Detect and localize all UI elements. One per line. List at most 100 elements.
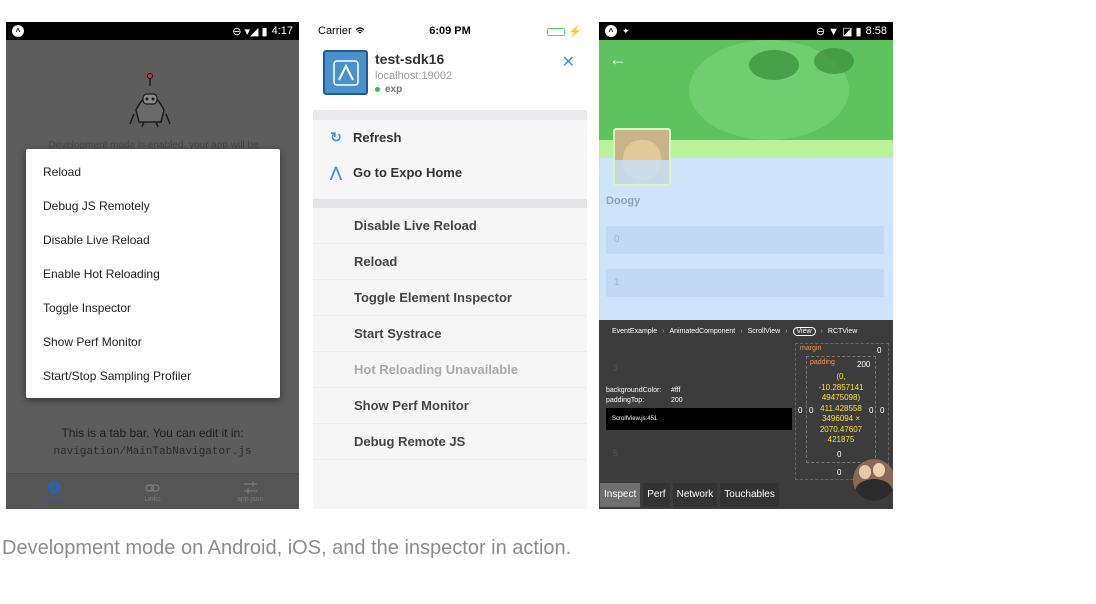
background-number: 5	[613, 448, 619, 458]
tab-inspect[interactable]: Inspect	[600, 483, 641, 507]
status-bar: ^ ⊖ ▾◢ ▮ 4:17	[6, 22, 299, 40]
tab-label: app.json	[236, 496, 264, 503]
link-icon	[145, 484, 160, 491]
chevron-right-icon: ›	[820, 328, 823, 335]
release-channel: exp	[375, 84, 402, 95]
tab-app-json[interactable]: app.json	[201, 474, 299, 509]
margin-label: margin	[800, 345, 822, 352]
expo-logo-icon	[332, 59, 359, 86]
sliders-icon	[243, 481, 257, 494]
chevron-right-icon: ›	[740, 328, 743, 335]
reload-button[interactable]: Reload	[313, 244, 587, 280]
back-arrow-icon[interactable]: ←	[609, 49, 627, 70]
tab-label: Home	[45, 496, 65, 503]
margin-right-value: 0	[880, 406, 885, 415]
refresh-label: Refresh	[353, 130, 402, 145]
tab-bar-path: navigation/MainTabNavigator.js	[53, 446, 252, 458]
wifi-icon	[355, 27, 365, 34]
refresh-button[interactable]: ↻ Refresh	[313, 120, 587, 155]
disable-live-reload-button[interactable]: Disable Live Reload	[313, 208, 587, 244]
refresh-icon: ↻	[330, 129, 342, 145]
tab-bar-hint: This is a tab bar. You can edit it in:	[61, 426, 244, 440]
tab-network[interactable]: Network	[672, 483, 718, 507]
menu-item-toggle-inspector[interactable]: Toggle Inspector	[26, 291, 280, 325]
status-time: 8:58	[865, 25, 887, 37]
android-dev-menu-screenshot: ^ ⊖ ▾◢ ▮ 4:17 Development mode is enable…	[6, 22, 299, 509]
release-channel-label: exp	[385, 84, 403, 95]
menu-item-debug-js-remotely[interactable]: Debug JS Remotely	[26, 189, 280, 223]
primary-actions: ↻ Refresh ⋀ Go to Expo Home	[313, 120, 587, 199]
status-bar: ^ ✦ ⊖ ▼ ◪ ▮ 8:58	[599, 22, 893, 40]
padding-left-value: 0	[809, 406, 814, 415]
status-icons: ⊖ ▾◢ ▮	[232, 25, 268, 38]
battery-icon: ⚡	[547, 25, 582, 38]
go-to-expo-home-label: Go to Expo Home	[353, 165, 463, 180]
close-icon[interactable]: ✕	[562, 52, 575, 72]
info-icon: i	[48, 481, 62, 494]
menu-item-reload[interactable]: Reload	[26, 155, 280, 189]
inspector-panel: EventExample › AnimatedComponent › ScrollV…	[599, 320, 893, 509]
breadcrumb-item-selected[interactable]: View	[792, 327, 816, 336]
list-item[interactable]: 0	[606, 226, 884, 254]
menu-item-sampling-profiler[interactable]: Start/Stop Sampling Profiler	[26, 359, 280, 393]
app-host: localhost:19002	[375, 70, 453, 82]
inspector-tabs: Inspect Perf Network Touchables	[599, 483, 779, 507]
tab-home[interactable]: i Home	[6, 474, 104, 509]
menu-item-show-perf-monitor[interactable]: Show Perf Monitor	[26, 325, 280, 359]
carrier-text: Carrier	[318, 25, 352, 37]
divider	[313, 199, 587, 208]
padding-bottom-value: 0	[837, 450, 842, 459]
ios-dev-menu-screenshot: Carrier 6:09 PM ⚡ test-sdk16 localhost:1…	[313, 22, 587, 509]
content-size: (0, -10.2857141 49475098) 411.428558 349…	[818, 372, 864, 444]
style-list: backgroundColor: #fff paddingTop: 200	[606, 386, 683, 406]
style-key: backgroundColor:	[606, 387, 662, 394]
expo-icon: ⋀	[330, 164, 342, 180]
menu-item-enable-hot-reloading[interactable]: Enable Hot Reloading	[26, 257, 280, 291]
tab-perf[interactable]: Perf	[643, 483, 670, 507]
cover-photo	[599, 40, 893, 140]
avatar	[613, 128, 671, 186]
status-icons: ⊖ ▼ ◪ ▮	[815, 25, 862, 38]
expo-notification-icon: ^	[605, 25, 617, 37]
chevron-right-icon: ›	[785, 328, 788, 335]
tab-links[interactable]: Links	[104, 474, 202, 509]
show-perf-monitor-button[interactable]: Show Perf Monitor	[313, 388, 587, 424]
source-file-link[interactable]: ScrollView.js:451	[606, 408, 792, 430]
tab-label: Links	[144, 496, 161, 503]
expo-notification-icon: ^	[12, 25, 24, 37]
padding-top-value: 200	[857, 360, 871, 369]
debug-remote-js-button[interactable]: Debug Remote JS	[313, 424, 587, 460]
inspector-screenshot: ^ ✦ ⊖ ▼ ◪ ▮ 8:58 ← Doogy 0 1 EventExampl…	[599, 22, 893, 509]
dev-menu-dialog: Reload Debug JS Remotely Disable Live Re…	[26, 149, 280, 398]
menu-item-disable-live-reload[interactable]: Disable Live Reload	[26, 223, 280, 257]
figure-caption: Development mode on Android, iOS, and th…	[2, 537, 572, 559]
margin-bottom-value: 0	[837, 468, 842, 477]
hot-reloading-unavailable-item: Hot Reloading Unavailable	[313, 352, 587, 388]
tab-touchables[interactable]: Touchables	[720, 483, 779, 507]
breadcrumb-item[interactable]: ScrollView	[748, 328, 781, 335]
status-dot-icon	[375, 87, 380, 92]
carrier-label: Carrier	[318, 25, 365, 37]
toggle-element-inspector-button[interactable]: Toggle Element Inspector	[313, 280, 587, 316]
expo-app-icon	[323, 50, 368, 95]
people-photo	[853, 459, 893, 501]
divider	[313, 110, 587, 120]
hierarchy-breadcrumb: EventExample › AnimatedComponent › ScrollV…	[612, 327, 857, 336]
list-item[interactable]: 1	[606, 269, 884, 297]
dev-actions: Disable Live Reload Reload Toggle Elemen…	[313, 208, 587, 509]
padding-right-value: 0	[869, 406, 874, 415]
breadcrumb-item[interactable]: RCTView	[828, 328, 857, 335]
status-bar: Carrier 6:09 PM ⚡	[313, 22, 587, 40]
profile-name: Doogy	[606, 195, 641, 207]
go-to-expo-home-button[interactable]: ⋀ Go to Expo Home	[313, 155, 587, 190]
breadcrumb-item[interactable]: EventExample	[612, 328, 657, 335]
app-header: test-sdk16 localhost:19002 exp ✕	[313, 40, 587, 110]
margin-left-value: 0	[798, 406, 803, 415]
start-systrace-button[interactable]: Start Systrace	[313, 316, 587, 352]
style-value: 200	[671, 397, 683, 404]
breadcrumb-item[interactable]: AnimatedComponent	[669, 328, 735, 335]
android-icon: ✦	[622, 25, 630, 36]
bottom-tab-bar: i Home Links app.json	[6, 473, 299, 509]
status-time: 4:17	[271, 25, 293, 37]
style-value: #fff	[671, 387, 681, 394]
